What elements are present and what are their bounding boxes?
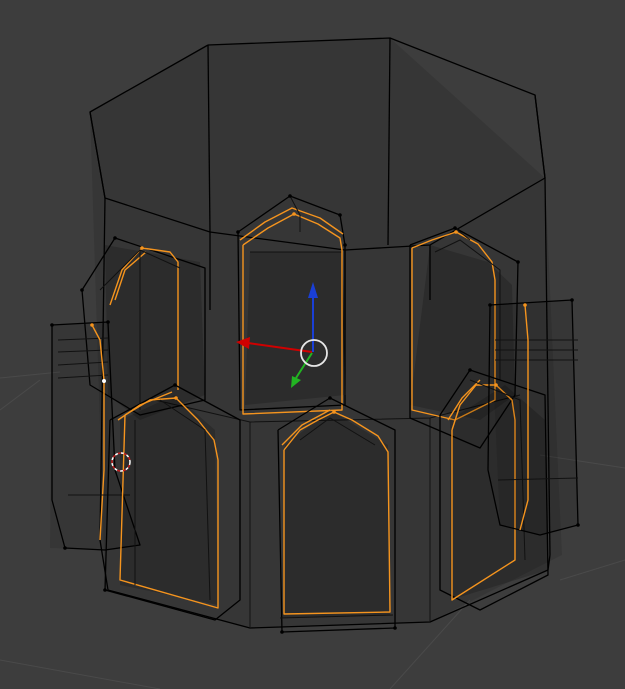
3d-viewport[interactable] — [0, 0, 625, 689]
viewport-canvas[interactable] — [0, 0, 625, 689]
window-right-side[interactable] — [487, 299, 579, 536]
